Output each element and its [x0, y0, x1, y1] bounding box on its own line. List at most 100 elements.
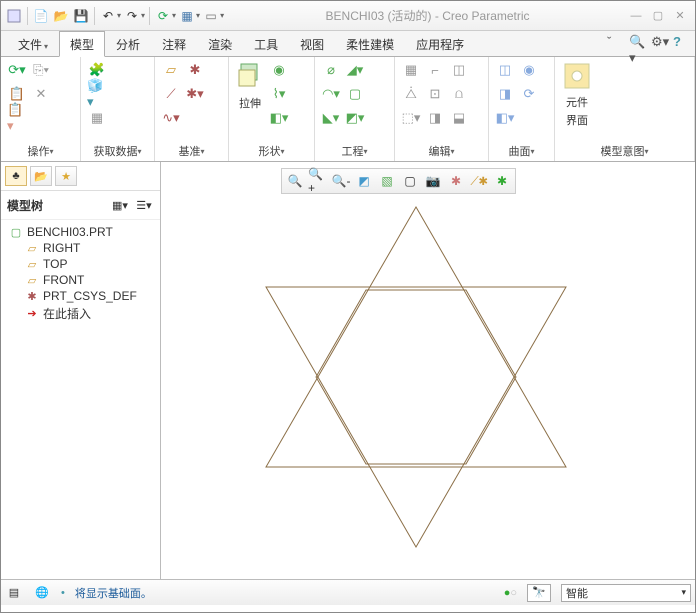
- extrude-icon[interactable]: [235, 60, 265, 93]
- tab-flex[interactable]: 柔性建模: [335, 31, 405, 56]
- save-icon[interactable]: 💾: [72, 7, 90, 25]
- gear-icon[interactable]: ⚙▾: [651, 34, 667, 50]
- tab-app[interactable]: 应用程序: [405, 31, 475, 56]
- regen-icon[interactable]: ⟳: [154, 7, 172, 25]
- group-label: 编辑▾: [395, 141, 488, 161]
- sweep-icon[interactable]: ⌇▾: [269, 84, 289, 104]
- chevron-down-icon: ▾: [44, 42, 48, 51]
- rib-icon[interactable]: ◩▾: [345, 108, 365, 128]
- edit-icon[interactable]: ⌐: [425, 60, 445, 80]
- dropdown-icon[interactable]: ▾: [172, 11, 176, 20]
- point-icon[interactable]: ✱▾: [185, 84, 205, 104]
- globe-icon[interactable]: 🌐: [33, 584, 51, 602]
- chamfer-icon[interactable]: ◣▾: [321, 108, 341, 128]
- axis-icon[interactable]: ⟋: [161, 84, 181, 104]
- tree-tab-fav[interactable]: ★: [55, 166, 77, 186]
- tab-label: 文件: [18, 38, 42, 52]
- window-buttons: — ▢ ✕: [627, 9, 695, 23]
- dropdown-icon[interactable]: ▾: [196, 11, 200, 20]
- surf-icon[interactable]: ◉: [519, 60, 539, 80]
- surf-icon[interactable]: ⟳: [519, 84, 539, 104]
- tree-node-csys[interactable]: ✱PRT_CSYS_DEF: [5, 288, 156, 304]
- dropdown-icon[interactable]: ▾: [141, 11, 145, 20]
- group-edit: ▦ ⧊ ⬚▾ ⌐ ⊡ ◨ ◫ ⩍ ⬓ 编辑▾: [395, 57, 489, 161]
- plane-icon[interactable]: ▱: [161, 60, 181, 80]
- selection-filter-combo[interactable]: 智能 ▾: [561, 584, 691, 602]
- layout-icon[interactable]: ▤: [5, 584, 23, 602]
- help-icon[interactable]: ?: [673, 34, 689, 50]
- close-doc-icon[interactable]: ▭: [202, 7, 220, 25]
- userdef-icon[interactable]: 🧩: [87, 60, 107, 80]
- copy-icon[interactable]: 📋: [7, 84, 27, 104]
- open-icon[interactable]: 📂: [52, 7, 70, 25]
- node-label: TOP: [43, 257, 67, 271]
- edit-icon[interactable]: ⬓: [449, 108, 469, 128]
- redo-icon[interactable]: ↷: [123, 7, 141, 25]
- extrude-label: 拉伸: [239, 95, 261, 111]
- edit-icon[interactable]: ◫: [449, 60, 469, 80]
- traffic-icon[interactable]: ●○: [504, 587, 517, 599]
- shrinkwrap-icon[interactable]: ▦: [87, 108, 107, 128]
- edit-icon[interactable]: ◨: [425, 108, 445, 128]
- surf-icon[interactable]: ◧▾: [495, 108, 515, 128]
- pattern-icon[interactable]: ▦: [401, 60, 421, 80]
- binoculars-icon[interactable]: 🔭: [527, 584, 551, 602]
- csys-icon[interactable]: ✱: [185, 60, 205, 80]
- hole-icon[interactable]: ⌀: [321, 60, 341, 80]
- windows-icon[interactable]: ▦: [178, 7, 196, 25]
- group-label: 获取数据▾: [81, 141, 154, 161]
- bullet-icon: •: [61, 587, 65, 599]
- shell-icon[interactable]: ▢: [345, 84, 365, 104]
- surf-icon[interactable]: ◫: [495, 60, 515, 80]
- minimize-icon[interactable]: —: [627, 9, 645, 23]
- tree-node-insert[interactable]: ➔在此插入: [5, 304, 156, 323]
- tree-filter-icon[interactable]: ▦▾: [110, 195, 130, 215]
- op-icon[interactable]: ✕: [31, 84, 51, 104]
- sketch-icon[interactable]: ∿▾: [161, 108, 181, 128]
- revolve-icon[interactable]: ◉: [269, 60, 289, 80]
- node-label: PRT_CSYS_DEF: [43, 289, 137, 303]
- tab-view[interactable]: 视图: [289, 31, 335, 56]
- tab-render[interactable]: 渲染: [197, 31, 243, 56]
- new-icon[interactable]: 📄: [32, 7, 50, 25]
- surf-icon[interactable]: ◨: [495, 84, 515, 104]
- close-icon[interactable]: ✕: [671, 9, 689, 23]
- chevron-down-icon: ▾: [681, 587, 686, 598]
- chevron-down-icon: ▾: [644, 147, 648, 156]
- dropdown-icon[interactable]: ▾: [220, 11, 224, 20]
- draft-icon[interactable]: ◢▾: [345, 60, 365, 80]
- status-right: ●○ 🔭 智能 ▾: [504, 584, 691, 602]
- copygeom-icon[interactable]: 🧊▾: [87, 84, 107, 104]
- tree-root[interactable]: ▢BENCHI03.PRT: [5, 224, 156, 240]
- tabs-right: ˇ 🔍▾ ⚙▾ ?: [607, 34, 689, 50]
- tab-file[interactable]: 文件▾: [7, 31, 59, 56]
- collapse-icon[interactable]: ˇ: [607, 34, 623, 50]
- graphics-canvas[interactable]: 🔍 🔍+ 🔍- ◩ ▧ ▢ 📷 ✱ ⟋✱ ✱: [161, 162, 695, 579]
- tree-node-front[interactable]: ▱FRONT: [5, 272, 156, 288]
- mirror-icon[interactable]: ⧊: [401, 84, 421, 104]
- tab-annotate[interactable]: 注释: [151, 31, 197, 56]
- tree-node-top[interactable]: ▱TOP: [5, 256, 156, 272]
- tab-tools[interactable]: 工具: [243, 31, 289, 56]
- edit-icon[interactable]: ⊡: [425, 84, 445, 104]
- undo-icon[interactable]: ↶: [99, 7, 117, 25]
- op-icon[interactable]: ⎘▾: [31, 60, 51, 80]
- tab-model[interactable]: 模型: [59, 31, 105, 57]
- chevron-down-icon: ▾: [200, 147, 204, 156]
- tree-tab-folder[interactable]: 📂: [30, 166, 52, 186]
- blend-icon[interactable]: ◧▾: [269, 108, 289, 128]
- edit-icon[interactable]: ⬚▾: [401, 108, 421, 128]
- tree-tab-model[interactable]: ♣: [5, 166, 27, 186]
- component-icon[interactable]: [561, 60, 593, 92]
- search-icon[interactable]: 🔍▾: [629, 34, 645, 50]
- edit-icon[interactable]: ⩍: [449, 84, 469, 104]
- paste-icon[interactable]: 📋▾: [7, 108, 27, 128]
- tab-analysis[interactable]: 分析: [105, 31, 151, 56]
- round-icon[interactable]: ◠▾: [321, 84, 341, 104]
- regen-icon[interactable]: ⟳▾: [7, 60, 27, 80]
- tree-header: 模型树 ▦▾ ☰▾: [1, 191, 160, 220]
- tree-settings-icon[interactable]: ☰▾: [134, 195, 154, 215]
- dropdown-icon[interactable]: ▾: [117, 11, 121, 20]
- maximize-icon[interactable]: ▢: [649, 9, 667, 23]
- tree-node-right[interactable]: ▱RIGHT: [5, 240, 156, 256]
